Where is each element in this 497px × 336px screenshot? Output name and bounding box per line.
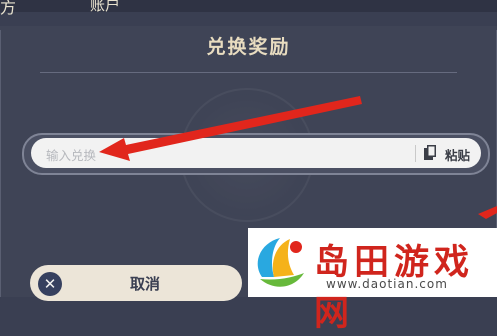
close-icon: ✕ [43, 275, 57, 293]
dialog-title: 兑换奖励 [206, 36, 291, 58]
top-left-fragment: 方 [0, 0, 17, 17]
input-placeholder: 输入兑换 [46, 148, 97, 163]
watermark-url: www.daotian.com [326, 277, 448, 291]
paste-button[interactable]: 粘贴 [445, 145, 470, 164]
cancel-label: 取消 [130, 275, 161, 293]
top-bar [0, 0, 497, 12]
account-tab[interactable]: 账户 [90, 0, 120, 15]
title-divider [40, 72, 457, 73]
input-separator [415, 145, 416, 162]
brand-logo-icon [257, 238, 304, 287]
redeem-code-input[interactable] [31, 138, 481, 168]
clipboard-icon[interactable] [424, 145, 436, 160]
